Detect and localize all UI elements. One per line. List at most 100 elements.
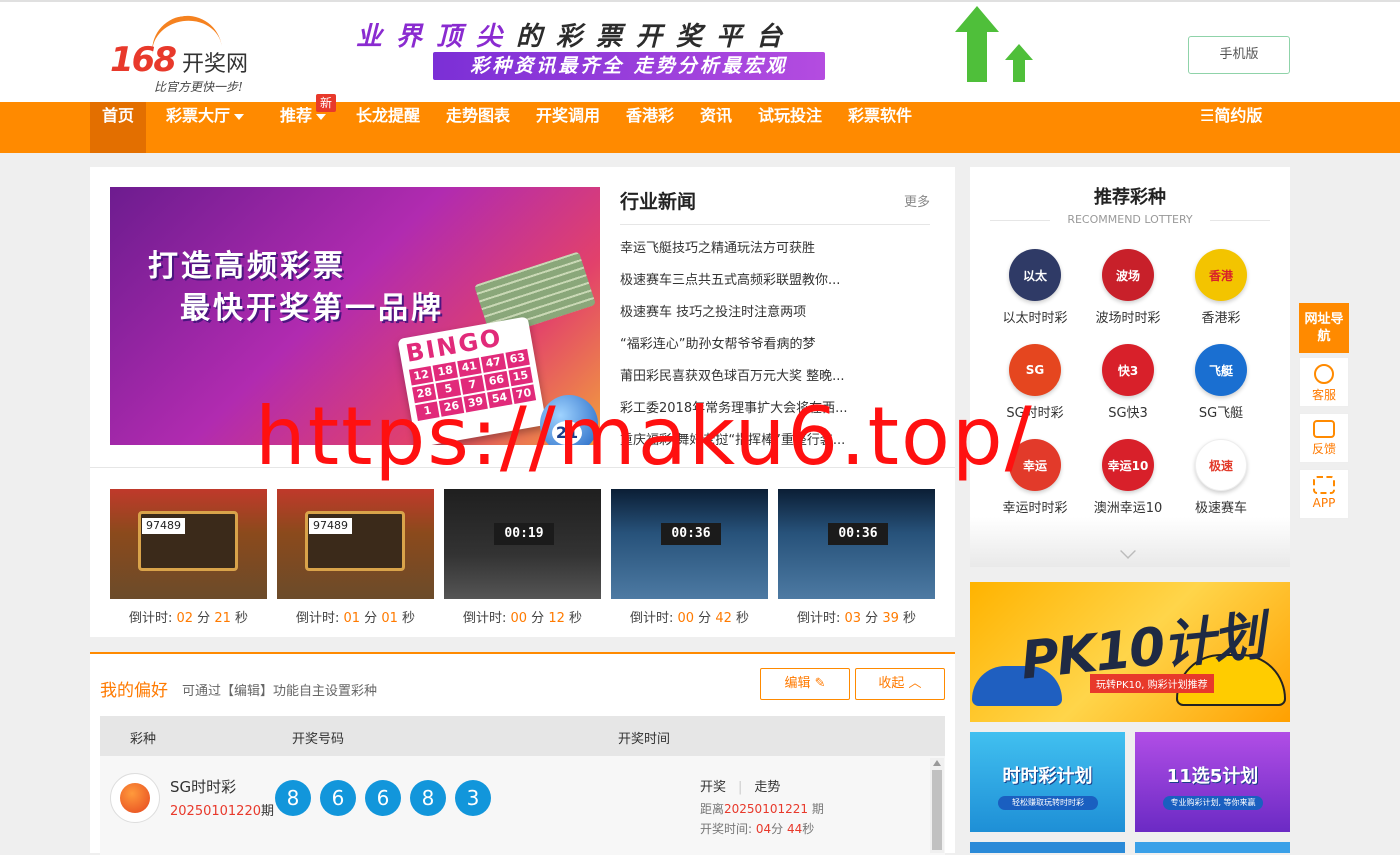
- nav-news[interactable]: 资讯: [700, 102, 732, 153]
- live-draw-thumb[interactable]: 00:36 倒计时: 03 分 39 秒: [778, 489, 935, 629]
- thumb-image: 97489: [110, 489, 267, 599]
- news-item[interactable]: 幸运飞艇技巧之精通玩法方可获胜: [620, 233, 930, 265]
- nav-home[interactable]: 首页: [90, 102, 147, 153]
- second-unit: 秒: [903, 611, 917, 626]
- lottery-icon: 幸运10: [1102, 439, 1154, 491]
- news-item[interactable]: 极速赛车三点共五式高频彩联盟教你...: [620, 265, 930, 297]
- hero-banner[interactable]: 打造高频彩票 最快开奖第一品牌 BINGO 12 18 41 47 63 28 …: [110, 187, 600, 445]
- nav-hk-lottery[interactable]: 香港彩: [626, 102, 674, 153]
- nav-trend-charts[interactable]: 走势图表: [446, 102, 510, 153]
- site-nav-float-button[interactable]: 网址导航: [1299, 303, 1349, 353]
- lottery-item[interactable]: 香港 香港彩: [1176, 249, 1266, 326]
- headset-icon: [1314, 364, 1334, 384]
- lottery-label: 幸运时时彩: [1002, 501, 1068, 516]
- news-item[interactable]: 莆田彩民喜获双色球百万元大奖 整晚...: [620, 361, 930, 393]
- thumb-image: 00:36: [611, 489, 768, 599]
- nav-trial-bet[interactable]: 试玩投注: [758, 102, 822, 153]
- minute-unit: 分: [364, 611, 378, 626]
- main-card: 打造高频彩票 最快开奖第一品牌 BINGO 12 18 41 47 63 28 …: [90, 167, 955, 637]
- live-draw-thumb[interactable]: 00:36 倒计时: 00 分 42 秒: [611, 489, 768, 629]
- news-item[interactable]: 极速赛车 技巧之投注时注意两项: [620, 297, 930, 329]
- ad-banner-partial[interactable]: [1135, 842, 1290, 853]
- time-minutes: 04: [755, 822, 772, 836]
- live-draw-thumb[interactable]: 97489 倒计时: 01 分 01 秒: [277, 489, 434, 629]
- countdown-seconds: 42: [715, 611, 732, 626]
- countdown: 倒计时: 01 分 01 秒: [277, 607, 434, 626]
- collapse-button[interactable]: 收起 ︿: [855, 668, 945, 700]
- lottery-name[interactable]: SG时时彩: [170, 776, 236, 797]
- countdown: 倒计时: 03 分 39 秒: [778, 607, 935, 626]
- lottery-label: SG快3: [1108, 406, 1148, 421]
- recommend-lottery-panel: 推荐彩种 RECOMMEND LOTTERY 以太 以太时时彩 波场 波场时时彩 香…: [970, 167, 1290, 567]
- second-unit: 秒: [802, 822, 815, 836]
- x11-ad-subtitle: 专业购彩计划, 等你来赢: [1163, 796, 1263, 810]
- news-list: 幸运飞艇技巧之精通玩法方可获胜 极速赛车三点共五式高频彩联盟教你... 极速赛车…: [620, 233, 930, 457]
- bingo-cell: 63: [505, 348, 530, 369]
- bingo-cell: 1: [415, 401, 440, 421]
- minute-unit: 分: [531, 611, 545, 626]
- nav-lottery-hall[interactable]: 彩票大厅: [166, 102, 245, 153]
- nav-draw-api[interactable]: 开奖调用: [536, 102, 600, 153]
- news-item[interactable]: 彩工委2018年常务理事扩大会将在西...: [620, 393, 930, 425]
- lottery-icon: 波场: [1102, 249, 1154, 301]
- live-draw-thumb[interactable]: 97489 倒计时: 02 分 21 秒: [110, 489, 267, 629]
- countdown-minutes: 03: [844, 611, 862, 626]
- feedback-label: 反馈: [1311, 442, 1336, 456]
- feedback-button[interactable]: 反馈: [1299, 413, 1349, 463]
- trend-link[interactable]: 走势: [754, 780, 780, 795]
- live-draw-thumbnails: 97489 倒计时: 02 分 21 秒 97489 倒计时: 01 分 01 …: [110, 489, 940, 629]
- table-row: SG时时彩 20250101220期 8 6 6 8 3 开奖 | 走势 距离202…: [100, 756, 945, 855]
- ssc-plan-ad[interactable]: 时时彩计划 轻松赚取玩转时时彩: [970, 732, 1125, 832]
- second-unit: 秒: [402, 611, 416, 626]
- draw-link[interactable]: 开奖: [700, 780, 726, 795]
- lottery-item[interactable]: 以太 以太时时彩: [990, 249, 1080, 326]
- customer-service-button[interactable]: 客服: [1299, 357, 1349, 407]
- app-label: APP: [1312, 496, 1336, 510]
- lottery-item[interactable]: 极速 极速赛车: [1176, 439, 1266, 516]
- lottery-item[interactable]: 幸运10 澳洲幸运10: [1083, 439, 1173, 516]
- logo-slogan: 比官方更快一步!: [154, 80, 243, 94]
- lottery-item[interactable]: 飞艇 SG飞艇: [1176, 344, 1266, 421]
- lottery-item[interactable]: 幸运 幸运时时彩: [990, 439, 1080, 516]
- number-ball: 8: [275, 780, 311, 816]
- news-item[interactable]: “福彩连心”助孙女帮爷爷看病的梦: [620, 329, 930, 361]
- x11-plan-ad[interactable]: 11选5计划 专业购彩计划, 等你来赢: [1135, 732, 1290, 832]
- minute-unit: 分: [197, 611, 211, 626]
- pk10-plan-ad[interactable]: PK10计划 玩转PK10, 购彩计划推荐: [970, 582, 1290, 722]
- panel-title: 推荐彩种: [1094, 187, 1166, 208]
- number-ball: 6: [365, 780, 401, 816]
- preferences-title: 我的偏好: [100, 681, 168, 701]
- news-item[interactable]: 重庆福彩:舞好老挝“指挥棒”重整行装...: [620, 425, 930, 457]
- next-suffix: 期: [808, 802, 824, 816]
- simple-version-link[interactable]: ☰简约版: [1200, 102, 1262, 153]
- lottery-item[interactable]: 快3 SG快3: [1083, 344, 1173, 421]
- ad-banner-partial[interactable]: [970, 842, 1125, 853]
- nav-lottery-hall-label: 彩票大厅: [166, 106, 231, 125]
- draw-numbers: 8 6 6 8 3: [275, 780, 491, 816]
- lottery-item[interactable]: 波场 波场时时彩: [1083, 249, 1173, 326]
- site-logo[interactable]: 168 开奖网 比官方更快一步!: [110, 11, 270, 94]
- countdown-minutes: 01: [343, 611, 361, 626]
- bingo-cell: 39: [463, 392, 489, 413]
- edit-button[interactable]: 编辑 ✎: [760, 668, 850, 700]
- news-more-link[interactable]: 更多: [904, 191, 930, 210]
- minute-unit: 分: [771, 822, 784, 836]
- thumb-image: 00:19: [444, 489, 601, 599]
- table-scrollbar[interactable]: [930, 758, 944, 853]
- live-draw-thumb[interactable]: 00:19 倒计时: 00 分 12 秒: [444, 489, 601, 629]
- scroll-up-icon[interactable]: [933, 760, 941, 766]
- nav-long-dragon[interactable]: 长龙提醒: [356, 102, 420, 153]
- lottery-item[interactable]: SG SG时时彩: [990, 344, 1080, 421]
- app-button[interactable]: APP: [1299, 469, 1349, 519]
- mobile-version-button[interactable]: 手机版: [1188, 36, 1290, 74]
- countdown-minutes: 02: [176, 611, 194, 626]
- nav-recommend[interactable]: 推荐新: [280, 94, 337, 153]
- ball-number: 21: [552, 421, 582, 445]
- thumb-timer: 00:36: [828, 523, 888, 545]
- scrollbar-thumb[interactable]: [932, 770, 942, 850]
- countdown: 倒计时: 02 分 21 秒: [110, 607, 267, 626]
- nav-lottery-software[interactable]: 彩票软件: [848, 102, 912, 153]
- section-divider: [90, 467, 955, 468]
- countdown-minutes: 00: [677, 611, 695, 626]
- thumb-image: 00:36: [778, 489, 935, 599]
